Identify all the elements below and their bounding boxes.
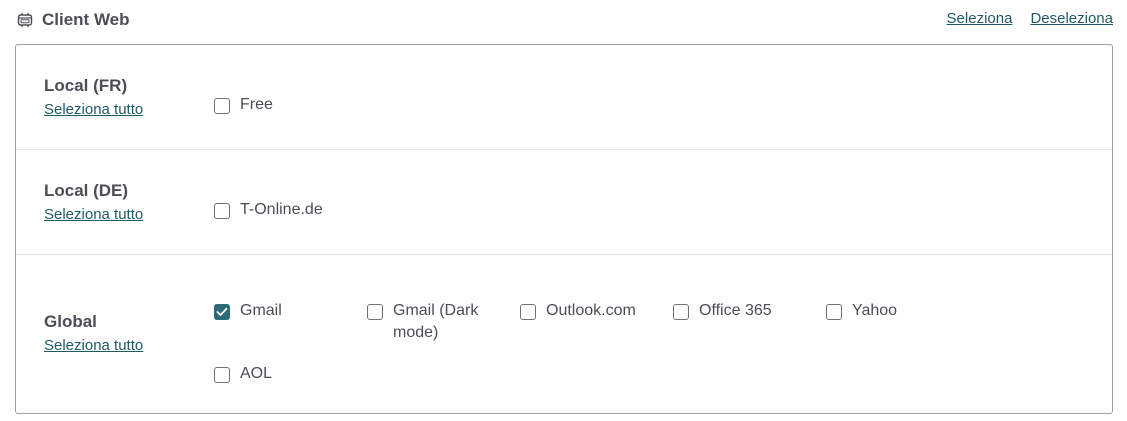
option-label-line2: mode) [393,324,439,341]
option-label: AOL [240,365,273,382]
group-label: Local (DE) [44,181,129,200]
option-aol[interactable]: AOL [214,365,273,385]
group-label: Local (FR) [44,76,128,95]
option-outlook[interactable]: Outlook.com [520,302,636,322]
checkbox[interactable] [214,367,230,383]
checkbox[interactable] [673,304,689,320]
option-label: Gmail (Dark mode) [393,300,478,344]
checkbox[interactable] [214,203,230,219]
option-office-365[interactable]: Office 365 [673,302,772,322]
option-label: Gmail [240,302,282,319]
option-label: Yahoo [852,302,898,319]
group-local-de: Local (DE) Seleziona tutto T-Online.de [16,150,1112,255]
checkmark-icon [216,307,228,316]
section-title: Client Web [42,10,130,29]
header-actions: Seleziona Deseleziona [947,10,1113,27]
checkbox[interactable] [520,304,536,320]
select-all-link[interactable]: Seleziona [947,10,1013,27]
section-header: Client Web Seleziona Deseleziona [16,8,1113,34]
group-select-all-link[interactable]: Seleziona tutto [44,337,143,354]
option-label: T-Online.de [240,201,323,218]
group-select-all-link[interactable]: Seleziona tutto [44,101,143,118]
checkbox[interactable] [826,304,842,320]
option-label: Outlook.com [546,302,636,319]
deselect-all-link[interactable]: Deseleziona [1030,10,1113,27]
option-gmail[interactable]: Gmail [214,302,282,322]
group-label: Global [44,312,97,331]
clients-panel: Local (FR) Seleziona tutto Free Local (D… [15,44,1113,414]
web-browser-icon [16,11,34,29]
option-label: Free [240,96,273,113]
group-global: Global Seleziona tutto Gmail Gmail (Dark… [16,255,1112,413]
checkbox[interactable] [367,304,383,320]
group-select-all-link[interactable]: Seleziona tutto [44,206,143,223]
checkbox[interactable] [214,98,230,114]
option-yahoo[interactable]: Yahoo [826,302,898,322]
option-label: Office 365 [699,302,772,319]
option-gmail-dark[interactable]: Gmail (Dark mode) [367,300,478,344]
checkbox-checked[interactable] [214,304,230,320]
group-local-fr: Local (FR) Seleziona tutto Free [16,45,1112,150]
header-title-group: Client Web [16,10,130,30]
option-t-online[interactable]: T-Online.de [214,201,323,221]
option-free[interactable]: Free [214,96,273,116]
option-label-line1: Gmail (Dark [393,302,479,319]
